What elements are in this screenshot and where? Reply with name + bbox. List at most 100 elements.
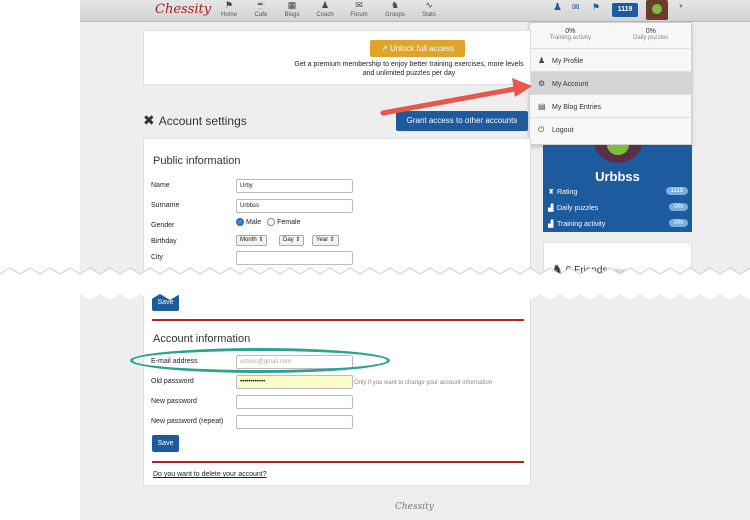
divider [152, 319, 524, 321]
city-label: City [151, 254, 164, 261]
percent-badge: 0% [669, 219, 688, 227]
row-label: Daily puzzles [557, 205, 599, 212]
stats-icon: ∿ [425, 0, 433, 10]
nav-groups[interactable]: ♞ Groups [378, 0, 412, 18]
divider [152, 461, 524, 463]
month-select[interactable]: Month ⇕ [236, 235, 268, 246]
nav-label: Forum [350, 12, 368, 18]
percent-badge: 0% [669, 203, 688, 211]
user-icon[interactable]: ♟ [553, 2, 562, 13]
account-info-title: Account information [153, 333, 251, 345]
user-dropdown-menu: 0% Training activity 0% Daily puzzles ♟ My … [529, 22, 692, 145]
rating-badge: 1119 [665, 187, 688, 195]
dropdown-stats: 0% Training activity 0% Daily puzzles [530, 23, 691, 49]
avatar[interactable] [593, 145, 643, 163]
account-form-card: Public information Name Urby Surname Urb… [143, 138, 531, 486]
male-label: Male [246, 218, 262, 226]
unlock-label: Unlock full access [389, 44, 454, 53]
highlight-oval [130, 348, 390, 373]
home-icon: ⚑ [224, 0, 234, 10]
stat-value: 0% [645, 28, 656, 35]
year-select[interactable]: Year ⇕ [312, 235, 339, 246]
radio-checked-icon [236, 218, 244, 226]
row-label: Rating [557, 189, 578, 196]
forum-icon: ✉ [355, 0, 363, 10]
blog-icon: ▤ [538, 102, 546, 111]
avatar[interactable] [646, 0, 668, 20]
bar-chart-icon: ▟ [548, 205, 554, 212]
page-title-text: Account settings [158, 114, 247, 128]
radio-unchecked-icon [267, 218, 276, 226]
promo-text: Get a premium membership to enjoy better… [294, 61, 524, 77]
old-password-field[interactable]: •••••••••••• [236, 375, 353, 389]
bar-chart-icon: ▟ [548, 221, 554, 228]
profile-username[interactable]: Urbbss [543, 169, 692, 184]
nav-label: Coach [316, 12, 334, 18]
surname-label: Surname [151, 202, 180, 209]
page-break-divider [0, 267, 750, 300]
stat-label: Training activity [549, 35, 591, 41]
nav-label: Stats [422, 12, 436, 18]
nav-coach[interactable]: ♟ Coach [308, 0, 342, 18]
gender-label: Gender [151, 222, 175, 229]
row-label: Training activity [557, 221, 606, 228]
save-account-info-button[interactable]: Save [152, 435, 179, 452]
menu-item-label: My Account [552, 81, 589, 88]
groups-icon: ♞ [390, 0, 400, 10]
page-title: ✖ Account settings [143, 112, 247, 129]
birthday-label: Birthday [151, 238, 177, 245]
delete-account-link[interactable]: Do you want to delete your account? [153, 471, 267, 478]
gender-radio-group: Male Female [236, 218, 300, 226]
chevron-down-icon[interactable]: ▼ [678, 4, 684, 10]
male-radio[interactable]: Male [236, 218, 262, 226]
premium-promo-card: ↗ Unlock full access Get a premium membe… [143, 30, 531, 85]
mail-icon[interactable]: ✉ [572, 2, 580, 13]
nav-forum[interactable]: ✉ Forum [342, 0, 376, 18]
chessity-logo[interactable]: Chessity [155, 2, 211, 17]
female-label: Female [277, 218, 301, 226]
stat-value: 0% [565, 28, 576, 35]
daily-puzzles-row[interactable]: ▟ Daily puzzles 0% [548, 203, 688, 212]
day-select[interactable]: Day ⇕ [279, 235, 305, 246]
training-activity-row[interactable]: ▟ Training activity 0% [548, 219, 688, 228]
nav-stats[interactable]: ∿ Stats [412, 0, 446, 18]
new-password-repeat-field[interactable] [236, 415, 353, 429]
new-password-label: New password [151, 398, 197, 405]
training-activity-stat: 0% Training activity [530, 23, 611, 48]
menu-item-my-blog-entries[interactable]: ▤ My Blog Entries [530, 95, 691, 118]
city-field[interactable] [236, 251, 353, 265]
new-password-repeat-label: New password (repeat) [151, 418, 224, 425]
profile-card: Urbbss ♜ Rating 1119 ▟ Daily puzzles 0% ▟ Tra… [543, 145, 692, 232]
rating-badge[interactable]: 1119 [612, 3, 638, 17]
new-password-field[interactable] [236, 395, 353, 409]
grant-access-button[interactable]: Grant access to other accounts [396, 111, 528, 131]
female-radio[interactable]: Female [267, 218, 301, 226]
chart-icon: ↗ [381, 44, 390, 53]
cafe-icon: ☕ [255, 0, 267, 10]
name-label: Name [151, 182, 170, 189]
blog-icon: ▦ [287, 0, 297, 10]
nav-label: Cafe [254, 12, 268, 18]
coach-icon: ♟ [320, 0, 330, 10]
public-info-title: Public information [153, 155, 241, 167]
gear-icon: ⚙ [538, 79, 546, 88]
menu-item-my-account[interactable]: ⚙ My Account [530, 72, 691, 95]
nav-home[interactable]: ⚑ Home [212, 0, 246, 18]
flag-icon[interactable]: ⚑ [592, 2, 600, 13]
user-icon: ♟ [538, 56, 546, 65]
day-value: Day [283, 237, 294, 243]
old-password-hint: Only if you want to change your account … [354, 380, 493, 386]
nav-label: Groups [385, 12, 405, 18]
daily-puzzles-stat: 0% Daily puzzles [611, 23, 692, 48]
menu-item-my-profile[interactable]: ♟ My Profile [530, 49, 691, 72]
name-field[interactable]: Urby [236, 179, 353, 193]
nav-blogs[interactable]: ▦ Blogs [275, 0, 309, 18]
surname-field[interactable]: Urbbss [236, 199, 353, 213]
nav-cafe[interactable]: ☕ Cafe [244, 0, 278, 18]
nav-label: Blogs [284, 12, 300, 18]
menu-item-label: My Profile [552, 58, 584, 65]
rating-icon: ♜ [548, 189, 555, 196]
unlock-full-access-button[interactable]: ↗ Unlock full access [370, 40, 465, 57]
rating-row[interactable]: ♜ Rating 1119 [548, 187, 688, 196]
menu-item-logout[interactable]: ⏻ Logout [530, 118, 691, 141]
